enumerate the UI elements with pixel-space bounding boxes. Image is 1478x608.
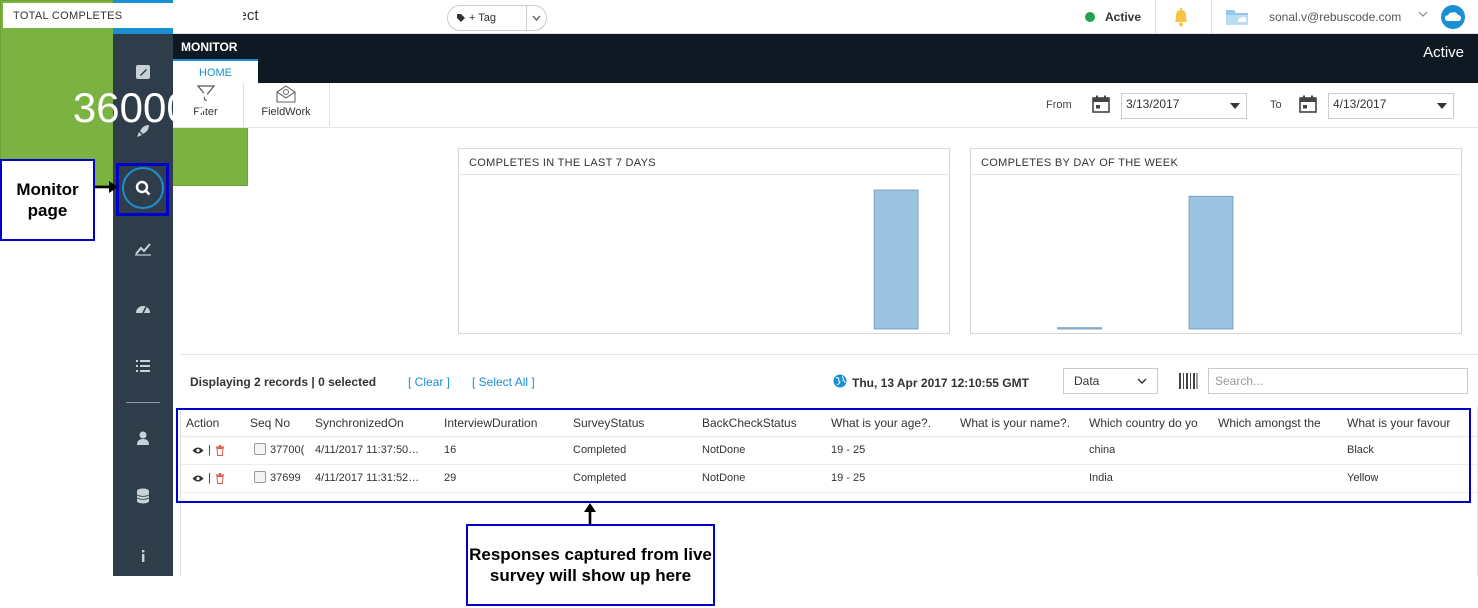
- annotation-responses: Responses captured from live survey will…: [466, 524, 715, 606]
- toolbar: Filter FieldWork From 3/13/2017 To 4/13/…: [173, 83, 1478, 128]
- tag-label-wrap: + Tag: [456, 12, 496, 24]
- calendar-icon[interactable]: [1091, 94, 1111, 114]
- chart-bar: [1057, 327, 1102, 330]
- chart-bar: [873, 189, 919, 330]
- globe-icon: [833, 374, 847, 388]
- sidebar-item-database[interactable]: [113, 478, 173, 514]
- dashboard-gauge-icon: [136, 306, 150, 314]
- search-input[interactable]: [1208, 368, 1468, 394]
- sidebar-item-analyze[interactable]: [113, 230, 173, 266]
- total-completes-status: Active: [1423, 44, 1464, 61]
- tag-icon: [457, 14, 465, 22]
- tag-label: + Tag: [469, 12, 497, 24]
- clear-selection-link[interactable]: [ Clear ]: [408, 375, 450, 389]
- module-title: MONITOR: [181, 40, 238, 54]
- sidebar-divider: [126, 402, 160, 403]
- database-icon: [136, 488, 150, 504]
- view-mode-value: Data: [1074, 374, 1100, 388]
- status-dot: [1085, 12, 1095, 22]
- sidebar-item-dashboard[interactable]: [113, 290, 173, 326]
- notifications-button[interactable]: [1169, 5, 1193, 29]
- select-all-link[interactable]: [ Select All ]: [472, 375, 535, 389]
- toolbar-separator: [329, 83, 330, 127]
- server-time: Thu, 13 Apr 2017 12:10:55 GMT: [852, 376, 1029, 390]
- trend-chart-icon: [135, 243, 151, 256]
- completes-last-7-days-title: COMPLETES IN THE LAST 7 DAYS: [459, 149, 949, 175]
- caret-down-icon: [1437, 103, 1447, 109]
- annotation-monitor-highlight: [116, 163, 169, 216]
- list-icon: [136, 360, 150, 372]
- cloud-avatar-icon: [1445, 12, 1461, 21]
- total-completes-value: 360002: [72, 84, 214, 131]
- annotation-arrow-right-icon: [95, 181, 118, 193]
- barcode-icon[interactable]: [1178, 371, 1198, 391]
- completes-by-weekday-panel: COMPLETES BY DAY OF THE WEEK: [970, 148, 1462, 334]
- from-date-value: 3/13/2017: [1126, 97, 1180, 111]
- bell-icon: [1175, 7, 1187, 27]
- chevron-down-icon: [532, 15, 541, 21]
- tab-home[interactable]: HOME: [173, 59, 258, 83]
- tag-dropdown-toggle[interactable]: [526, 6, 546, 30]
- sidebar-item-list[interactable]: [113, 348, 173, 384]
- annotation-arrow-up-icon: [584, 503, 596, 524]
- to-label: To: [1270, 99, 1282, 111]
- annotation-monitor-page: Monitor page: [0, 159, 95, 241]
- to-date-field[interactable]: 4/13/2017: [1328, 93, 1454, 119]
- from-label: From: [1046, 99, 1072, 111]
- completes-by-weekday-title: COMPLETES BY DAY OF THE WEEK: [971, 149, 1461, 175]
- from-date-field[interactable]: 3/13/2017: [1121, 93, 1247, 119]
- annotation-table-highlight: [176, 408, 1471, 503]
- total-completes-title: TOTAL COMPLETES: [3, 3, 243, 28]
- chevron-down-icon: [1137, 378, 1147, 384]
- edit-icon: [136, 65, 150, 79]
- projects-folder-button[interactable]: [1224, 5, 1250, 29]
- chevron-down-icon[interactable]: [1418, 11, 1428, 18]
- info-icon: [142, 550, 145, 562]
- completes-by-weekday-chart: [1057, 195, 1234, 330]
- top-separator: [1211, 0, 1212, 34]
- user-icon: [137, 431, 149, 445]
- module-header: MONITOR HOME: [173, 34, 1478, 83]
- project-status: Active: [1105, 10, 1142, 24]
- chart-bar: [1188, 195, 1234, 330]
- completes-last-7-days-chart: [873, 189, 919, 330]
- sidebar-item-info[interactable]: [113, 538, 173, 574]
- caret-down-icon: [1230, 103, 1240, 109]
- avatar[interactable]: [1441, 5, 1465, 29]
- view-mode-select[interactable]: Data: [1063, 368, 1158, 394]
- section-divider: [180, 354, 1478, 355]
- calendar-icon[interactable]: [1298, 94, 1318, 114]
- user-email[interactable]: sonal.v@rebuscode.com: [1269, 10, 1401, 24]
- records-summary: Displaying 2 records | 0 selected: [190, 375, 377, 389]
- completes-last-7-days-panel: COMPLETES IN THE LAST 7 DAYS: [458, 148, 950, 334]
- tag-button[interactable]: + Tag: [447, 5, 547, 31]
- top-separator: [1155, 0, 1156, 34]
- folder-icon: [1226, 10, 1248, 25]
- top-bar: test_project + Tag Active sonal.v@rebusc…: [173, 0, 1478, 34]
- to-date-value: 4/13/2017: [1333, 97, 1387, 111]
- sidebar-item-users[interactable]: [113, 420, 173, 456]
